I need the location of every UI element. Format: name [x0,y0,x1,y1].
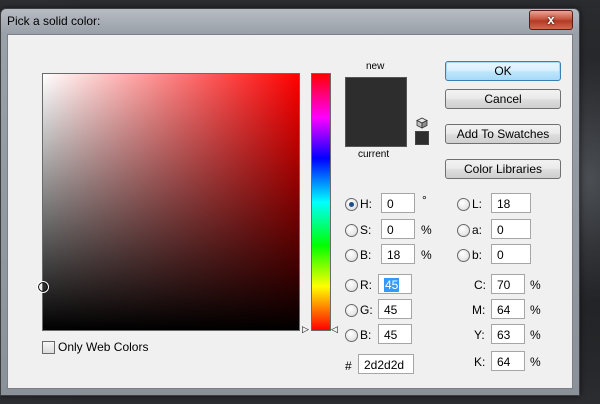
ok-button[interactable]: OK [445,61,561,81]
hue-slider[interactable] [311,73,331,331]
saturation-radio[interactable] [345,224,358,237]
brightness-unit: % [421,248,432,262]
magenta-input[interactable]: 64 [491,299,525,319]
red-input[interactable]: 45 [378,274,412,294]
add-to-swatches-button[interactable]: Add To Swatches [445,124,561,144]
color-libraries-button[interactable]: Color Libraries [445,159,561,179]
new-label: new [366,61,385,72]
a-channel-input[interactable]: 0 [491,219,531,239]
red-radio[interactable] [345,279,358,292]
dialog-title: Pick a solid color: [7,14,101,28]
red-input-value: 45 [384,278,400,292]
cancel-button[interactable]: Cancel [445,89,561,109]
hue-unit: ° [422,193,427,207]
hue-slider-right-arrow[interactable]: ◁ [331,324,338,334]
b-channel-input[interactable]: 0 [491,244,531,264]
hex-label: # [345,359,352,373]
a-channel-label: a: [472,223,483,237]
brightness-label: B: [360,248,372,262]
saturation-input[interactable]: 0 [381,219,415,239]
b-channel-radio[interactable] [457,249,470,262]
lightness-label: L: [472,197,483,211]
cyan-unit: % [530,278,541,292]
black-input[interactable]: 64 [491,351,525,371]
a-channel-radio[interactable] [457,224,470,237]
saturation-label: S: [360,223,372,237]
new-current-swatch [345,77,407,147]
hue-label: H: [360,197,372,211]
blue-input[interactable]: 45 [378,324,412,344]
cyan-input[interactable]: 70 [491,274,525,294]
hex-input[interactable]: 2d2d2d [358,354,414,374]
websafe-color-swatch[interactable] [415,131,429,145]
lightness-input[interactable]: 18 [491,193,531,213]
yellow-unit: % [530,328,541,342]
title-bar[interactable]: Pick a solid color: x [1,9,579,33]
green-radio[interactable] [345,304,358,317]
current-label: current [358,149,390,160]
magenta-label: M: [472,303,486,317]
only-web-colors-label: Only Web Colors [58,340,149,354]
only-web-colors-checkbox[interactable] [42,341,55,354]
hue-input[interactable]: 0 [381,193,415,213]
yellow-input[interactable]: 63 [491,324,525,344]
cube-icon[interactable] [416,117,428,129]
saturation-unit: % [421,223,432,237]
hue-radio[interactable] [345,198,358,211]
color-field[interactable] [37,73,300,331]
lightness-radio[interactable] [457,198,470,211]
b-channel-label: b: [472,248,483,262]
blue-label: B: [360,328,372,342]
blue-radio[interactable] [345,329,358,342]
color-picker-dialog: Pick a solid color: x ▷ ◁ new current OK… [0,8,580,396]
brightness-radio[interactable] [345,249,358,262]
magenta-unit: % [530,303,541,317]
close-button[interactable]: x [529,10,573,30]
hue-slider-left-arrow[interactable]: ▷ [302,324,309,334]
brightness-input[interactable]: 18 [381,244,415,264]
color-field-marker[interactable] [37,281,49,293]
cyan-label: C: [474,278,486,292]
black-label: K: [474,355,486,369]
red-label: R: [360,278,372,292]
dialog-content: ▷ ◁ new current OK Cancel Add To Swatche… [7,34,573,389]
green-input[interactable]: 45 [378,299,412,319]
black-unit: % [530,355,541,369]
yellow-label: Y: [474,328,485,342]
green-label: G: [360,303,373,317]
